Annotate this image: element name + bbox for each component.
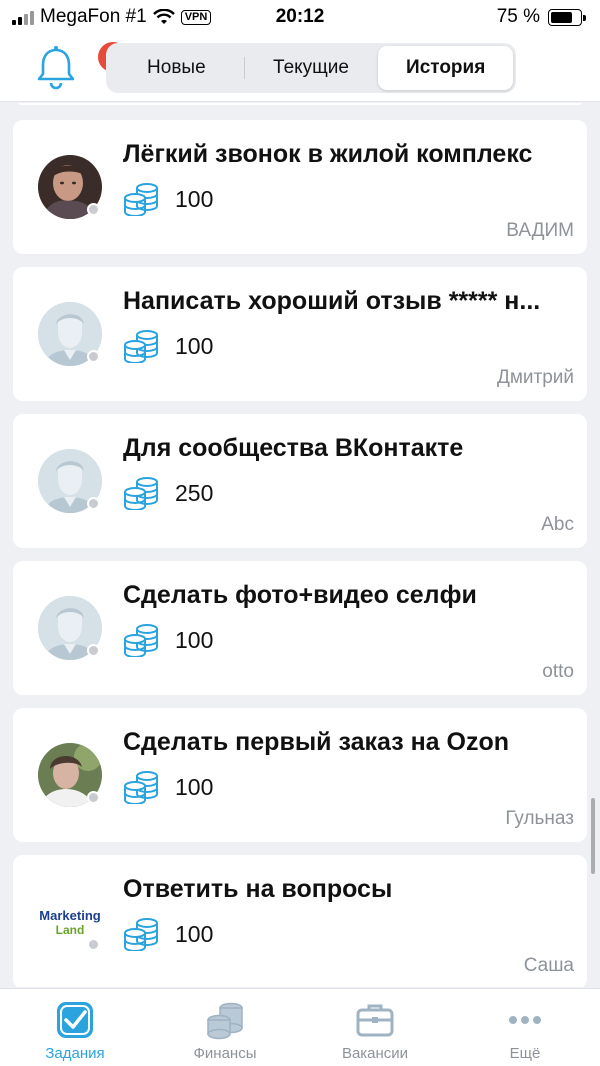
status-dot [87, 938, 100, 951]
status-bar: MegaFon #1 VPN 20:12 75 % [0, 0, 600, 36]
tab-new[interactable]: Новые [109, 46, 244, 90]
task-reward: 100 [175, 921, 214, 947]
tab-finance[interactable]: Финансы [150, 989, 300, 1066]
battery-icon [548, 8, 586, 26]
header: 3 Новые Текущие История [0, 36, 600, 102]
task-author: Abc [541, 514, 574, 535]
coins-icon [124, 918, 158, 951]
more-icon [509, 1016, 541, 1024]
task-list[interactable]: Лёгкий звонок в жилой комплекс 100 ВАДИМ [0, 103, 600, 987]
tab-vacancies[interactable]: Вакансии [300, 989, 450, 1066]
task-title: Для сообщества ВКонтакте [123, 434, 464, 462]
status-dot [87, 644, 100, 657]
task-card[interactable]: Лёгкий звонок в жилой комплекс 100 ВАДИМ [13, 120, 587, 254]
tab-more[interactable]: Ещё [450, 989, 600, 1066]
task-reward: 100 [175, 333, 214, 359]
task-title: Ответить на вопросы [123, 875, 393, 903]
task-card[interactable]: Marketing Land Ответить на вопросы 100 С… [13, 855, 587, 987]
task-title: Написать хороший отзыв ***** н... [123, 287, 541, 315]
tab-label: Финансы [193, 1045, 257, 1062]
task-card[interactable]: Сделать фото+видео селфи 100 otto [13, 561, 587, 695]
task-card[interactable]: Для сообщества ВКонтакте 250 Abc [13, 414, 587, 548]
task-card[interactable]: Написать хороший отзыв ***** н... 100 Дм… [13, 267, 587, 401]
notifications-button[interactable]: 3 [34, 42, 128, 90]
task-title: Сделать фото+видео селфи [123, 581, 477, 609]
task-author: Гульназ [505, 808, 574, 829]
task-reward: 100 [175, 186, 214, 212]
segmented-control: Новые Текущие История [106, 43, 516, 93]
status-dot [87, 203, 100, 216]
task-author: otto [542, 661, 574, 682]
task-title: Сделать первый заказ на Ozon [123, 728, 510, 756]
tab-tasks[interactable]: Задания [0, 989, 150, 1066]
tab-current[interactable]: Текущие [243, 46, 379, 90]
coins-icon [124, 477, 158, 510]
task-author: ВАДИМ [506, 220, 574, 241]
status-dot [87, 497, 100, 510]
status-right: 75 % [496, 6, 586, 28]
tab-label: Ещё [509, 1045, 541, 1062]
tab-label: Вакансии [341, 1045, 409, 1062]
tasks-icon [57, 1002, 93, 1038]
battery-percent: 75 % [496, 6, 540, 27]
tab-history[interactable]: История [378, 46, 514, 90]
coins-icon [124, 183, 158, 216]
coins-icon [124, 624, 158, 657]
coins-icon [124, 330, 158, 363]
bell-icon [37, 46, 75, 90]
task-title: Лёгкий звонок в жилой комплекс [123, 140, 533, 168]
coins-icon [207, 1002, 243, 1040]
task-reward: 100 [175, 627, 214, 653]
task-reward: 100 [175, 774, 214, 800]
coins-icon [124, 771, 158, 804]
task-author: Саша [523, 955, 574, 976]
tab-label: Задания [45, 1045, 105, 1062]
task-card[interactable]: Сделать первый заказ на Ozon 100 Гульназ [13, 708, 587, 842]
task-author: Дмитрий [496, 367, 574, 388]
bottom-tab-bar: Задания Финансы Вакансии Ещё [0, 988, 600, 1066]
task-reward: 250 [175, 480, 214, 506]
logo-line-1: Marketing [39, 908, 100, 923]
previous-card-edge [13, 103, 587, 105]
status-dot [87, 791, 100, 804]
logo-line-2: Land [56, 923, 85, 937]
scrollbar[interactable] [591, 798, 595, 874]
status-dot [87, 350, 100, 363]
briefcase-icon [356, 1004, 394, 1037]
